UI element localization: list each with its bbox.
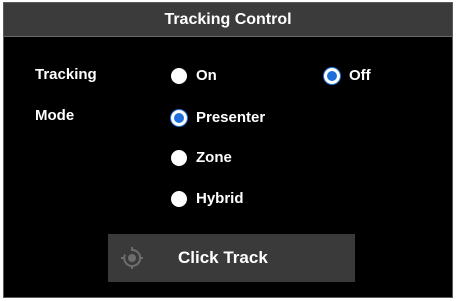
mode-hybrid-label: Hybrid — [196, 190, 244, 207]
mode-zone-label: Zone — [196, 149, 232, 166]
crosshair-target-icon — [121, 247, 143, 269]
click-track-label: Click Track — [178, 248, 268, 267]
mode-hybrid-radio[interactable]: Hybrid — [171, 190, 244, 208]
tracking-on-radio[interactable]: On — [171, 67, 217, 85]
tracking-label: Tracking — [35, 66, 97, 83]
mode-label: Mode — [35, 107, 75, 124]
tracking-off-label: Off — [349, 67, 371, 84]
click-track-button[interactable]: Click Track — [108, 234, 355, 282]
radio-selected-icon — [324, 68, 340, 84]
radio-unselected-icon — [171, 191, 187, 207]
radio-selected-icon — [171, 110, 187, 126]
mode-zone-radio[interactable]: Zone — [171, 149, 232, 167]
mode-presenter-radio[interactable]: Presenter — [171, 109, 265, 127]
tracking-on-label: On — [196, 67, 217, 84]
radio-unselected-icon — [171, 150, 187, 166]
tracking-control-panel: Tracking Control Tracking On Off Mode Pr… — [3, 2, 453, 298]
radio-unselected-icon — [171, 68, 187, 84]
tracking-off-radio[interactable]: Off — [324, 67, 371, 85]
mode-presenter-label: Presenter — [196, 109, 266, 126]
panel-title: Tracking Control — [4, 3, 452, 37]
